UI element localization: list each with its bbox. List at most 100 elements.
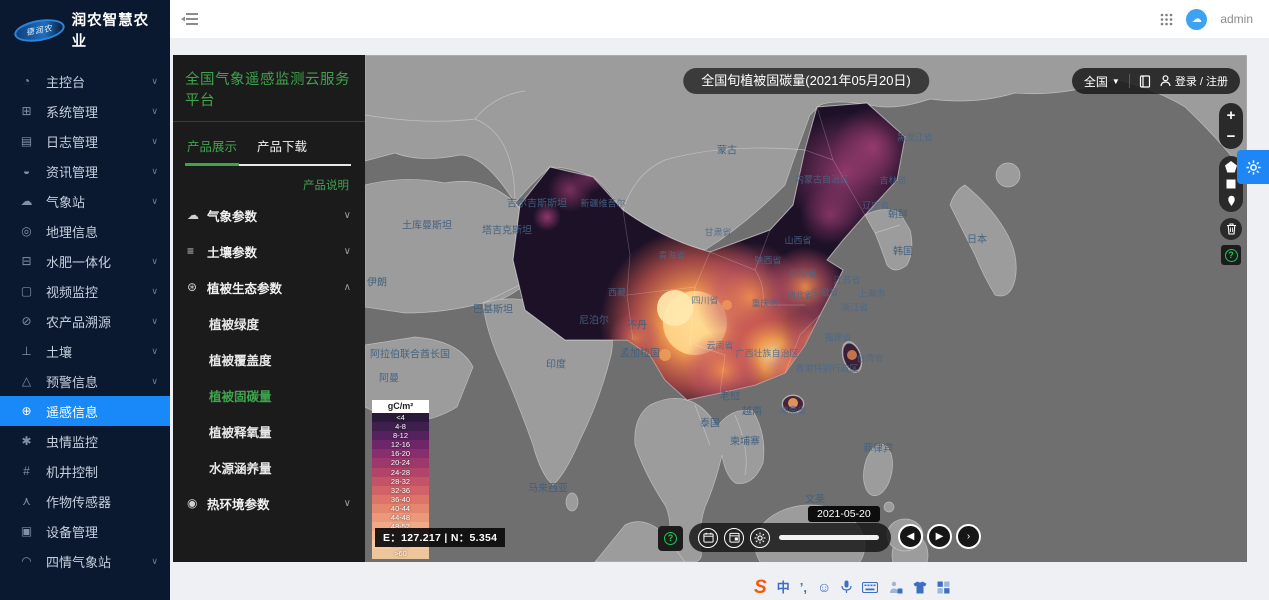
chevron-down-icon: ∨ <box>151 256 158 267</box>
calendar-button[interactable] <box>698 528 718 548</box>
question-icon: ? <box>664 532 677 545</box>
tree-item[interactable]: 水源涵养量 <box>187 449 351 485</box>
sogou-logo-icon[interactable]: S <box>754 578 767 597</box>
date-select-button[interactable] <box>724 528 744 548</box>
ime-wardrobe-button[interactable] <box>913 581 927 594</box>
sidebar-item-soil[interactable]: ⊥土壤∨ <box>0 336 170 366</box>
weather-params-icon: ☁ <box>187 208 207 222</box>
help-button-right[interactable]: ? <box>1221 245 1241 265</box>
map-container[interactable]: 蒙古吉尔吉斯斯坦塔吉克斯坦土库曼斯坦伊朗巴基斯坦印度尼泊尔不丹孟加拉国阿拉伯联合… <box>365 55 1247 562</box>
tree-group-soil-params[interactable]: ≡土壤参数∨ <box>187 233 351 269</box>
sidebar-item-label: 四情气象站 <box>46 552 151 571</box>
sidebar-item-remote-sensing-info[interactable]: ⊕遥感信息 <box>0 396 170 426</box>
tree-item[interactable]: 植被覆盖度 <box>187 341 351 377</box>
tree-item[interactable]: 植被释氧量 <box>187 413 351 449</box>
sidebar-item-system-management[interactable]: ⊞系统管理∨ <box>0 96 170 126</box>
chevron-down-icon: ∨ <box>344 210 351 221</box>
legend-entry: 44-48 <box>372 513 429 522</box>
chevron-down-icon: ∨ <box>151 316 158 327</box>
polygon-tool-icon[interactable] <box>1225 161 1237 173</box>
logo-swoosh-icon: 德润农 <box>13 15 67 44</box>
help-button-bottom[interactable]: ? <box>658 526 683 551</box>
rectangle-tool-icon[interactable] <box>1226 179 1236 189</box>
sidebar: 德润农 润农智慧农业 ◔主控台∨⊞系统管理∨▤日志管理∨◒资讯管理∨☁气象站∨◎… <box>0 0 170 600</box>
zoom-out-button[interactable]: − <box>1227 129 1236 144</box>
play-button[interactable]: ▶ <box>927 524 952 549</box>
legend-entry: 28-32 <box>372 477 429 486</box>
sidebar-item-geographic-info[interactable]: ◎地理信息 <box>0 216 170 246</box>
login-register-button[interactable]: 登录 / 注册 <box>1160 73 1228 89</box>
timeline-bar <box>689 523 891 552</box>
sidebar-item-well-control[interactable]: #机井控制 <box>0 456 170 486</box>
zoom-in-button[interactable]: + <box>1227 108 1236 123</box>
sidebar-item-news-management[interactable]: ◒资讯管理∨ <box>0 156 170 186</box>
settings-button[interactable] <box>750 528 770 548</box>
sidebar-item-label: 遥感信息 <box>46 402 158 421</box>
device-management-icon: ▣ <box>18 524 35 538</box>
well-control-icon: # <box>18 464 35 478</box>
divider <box>1129 74 1130 88</box>
sidebar-item-label: 预警信息 <box>46 372 151 391</box>
map-canvas[interactable] <box>365 55 1247 562</box>
step-forward-button[interactable]: › <box>956 524 981 549</box>
sidebar-item-video-monitoring[interactable]: ▢视频监控∨ <box>0 276 170 306</box>
tree-group-weather-params[interactable]: ☁气象参数∨ <box>187 197 351 233</box>
manual-book-icon[interactable] <box>1139 75 1151 88</box>
panel-title: 全国气象遥感监测云服务平台 <box>173 55 365 122</box>
sidebar-item-label: 系统管理 <box>46 102 151 121</box>
sidebar-item-label: 土壤 <box>46 342 151 361</box>
ime-skin-person-button[interactable] <box>888 581 903 594</box>
username[interactable]: admin <box>1220 12 1253 26</box>
ime-punctuation-toggle[interactable]: ’, <box>800 581 807 594</box>
sidebar-item-weather-station[interactable]: ☁气象站∨ <box>0 186 170 216</box>
ime-voice-button[interactable] <box>841 580 852 594</box>
tree-item[interactable]: 植被绿度 <box>187 305 351 341</box>
weather-station-icon: ☁ <box>18 194 35 208</box>
sidebar-item-label: 资讯管理 <box>46 162 151 181</box>
sidebar-item-label: 设备管理 <box>46 522 158 541</box>
sidebar-collapse-icon[interactable] <box>178 7 202 31</box>
log-management-icon: ▤ <box>18 134 35 148</box>
tree-group-vegetation-eco-params[interactable]: ⊛植被生态参数∧ <box>187 269 351 305</box>
product-tree: ☁气象参数∨≡土壤参数∨⊛植被生态参数∧植被绿度植被覆盖度植被固碳量植被释氧量水… <box>173 195 365 523</box>
tree-group-thermal-env-params[interactable]: ◉热环境参数∨ <box>187 485 351 521</box>
produce-traceability-icon: ⊘ <box>18 314 35 328</box>
dashboard-icon: ◔ <box>18 74 35 88</box>
chevron-down-icon: ∨ <box>151 136 158 147</box>
legend-entry: 36-40 <box>372 495 429 504</box>
sidebar-item-four-factor-station[interactable]: ◠四情气象站∨ <box>0 546 170 576</box>
tree-item[interactable]: 植被固碳量 <box>187 377 351 413</box>
legend-entry: 40-44 <box>372 504 429 513</box>
product-doc-link[interactable]: 产品说明 <box>173 177 349 193</box>
sidebar-item-crop-sensor[interactable]: ⋏作物传感器 <box>0 486 170 516</box>
user-avatar[interactable]: ☁ <box>1186 9 1207 30</box>
ime-emoji-button[interactable]: ☺ <box>817 580 831 594</box>
legend-entry: >60 <box>372 549 429 558</box>
sidebar-item-device-management[interactable]: ▣ 设备管理 <box>0 516 170 546</box>
ime-toolbox-grid-button[interactable] <box>937 581 950 594</box>
apps-grid-icon[interactable] <box>1160 13 1173 26</box>
map-title: 全国旬植被固碳量(2021年05月20日) <box>683 68 929 94</box>
sidebar-item-water-fertilizer[interactable]: ⊟水肥一体化∨ <box>0 246 170 276</box>
sidebar-item-label: 水肥一体化 <box>46 252 151 271</box>
sidebar-item-dashboard[interactable]: ◔主控台∨ <box>0 66 170 96</box>
time-slider[interactable] <box>779 535 879 540</box>
four-factor-station-icon: ◠ <box>18 554 35 568</box>
soil-icon: ⊥ <box>18 344 35 358</box>
tab-1[interactable]: 产品下载 <box>257 136 307 164</box>
region-selector[interactable]: 全国▼ <box>1084 73 1120 90</box>
clear-trash-button[interactable] <box>1220 218 1242 240</box>
marker-tool-icon[interactable] <box>1226 194 1237 207</box>
brand-title: 润农智慧农业 <box>72 9 162 51</box>
tab-0[interactable]: 产品展示 <box>187 136 237 164</box>
map-settings-flyout-button[interactable] <box>1237 150 1269 184</box>
sidebar-item-warning-info[interactable]: △预警信息∨ <box>0 366 170 396</box>
sidebar-item-log-management[interactable]: ▤日志管理∨ <box>0 126 170 156</box>
tree-group-label: 土壤参数 <box>207 242 344 261</box>
legend-unit: gC/m² <box>372 400 429 413</box>
sidebar-item-produce-traceability[interactable]: ⊘农产品溯源∨ <box>0 306 170 336</box>
ime-keyboard-button[interactable] <box>862 582 878 593</box>
step-back-button[interactable]: ◀ <box>898 524 923 549</box>
sidebar-item-pest-monitoring[interactable]: ✱虫情监控 <box>0 426 170 456</box>
ime-language-toggle[interactable]: 中 <box>777 581 790 594</box>
